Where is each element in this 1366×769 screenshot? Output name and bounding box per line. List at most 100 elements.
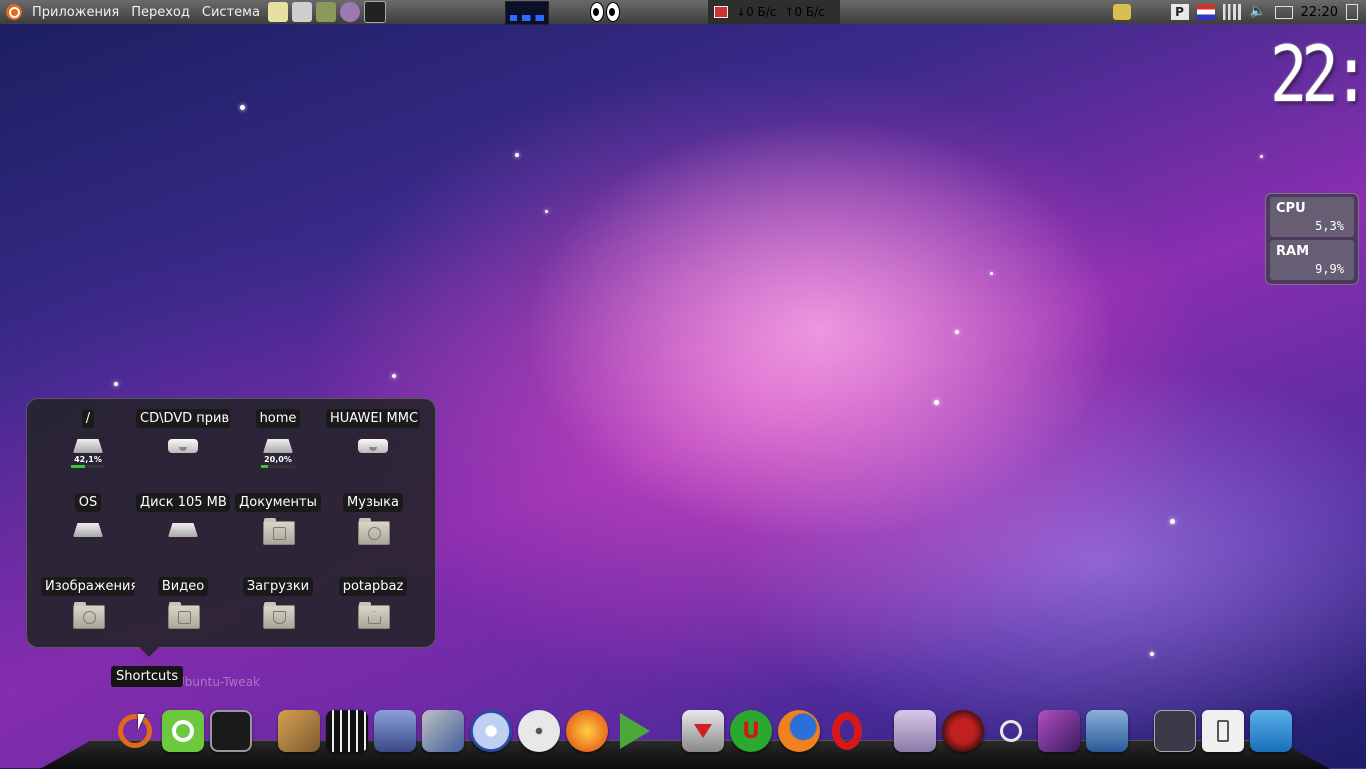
star — [1170, 519, 1175, 524]
removable-drive-icon — [358, 439, 388, 453]
media-player-icon[interactable] — [374, 710, 416, 752]
screenshot-icon[interactable] — [291, 2, 312, 22]
shortcut-root[interactable]: / 42,1% — [41, 403, 135, 483]
xeyes-applet — [590, 2, 620, 22]
mouse-cursor-icon — [138, 714, 145, 730]
star — [990, 272, 993, 275]
ram-row: RAM 9,9% — [1270, 240, 1354, 280]
workspace-switcher-icon[interactable] — [1038, 710, 1080, 752]
hard-drive-icon — [263, 439, 293, 453]
shortcut-label: CD\DVD привод — [136, 409, 230, 428]
shortcut-music[interactable]: Музыка — [326, 487, 420, 567]
trash-icon[interactable] — [1250, 710, 1292, 752]
ram-value: 9,9% — [1315, 262, 1344, 276]
shortcut-label: / — [81, 409, 95, 428]
desktop-clock-widget: 22:20 — [1270, 28, 1366, 120]
network-speed-applet[interactable]: ↓0 Б/с ↑0 Б/с — [708, 0, 840, 24]
menu-applications[interactable]: Приложения — [26, 5, 125, 20]
cpu-label: CPU — [1276, 201, 1306, 216]
videos-folder-icon — [168, 602, 200, 629]
parking-icon[interactable]: P — [1170, 4, 1189, 20]
cpu-value: 5,3% — [1315, 219, 1344, 233]
download-speed: ↓0 Б/с — [736, 5, 777, 19]
eye-icon — [606, 2, 620, 22]
shortcut-label: Загрузки — [242, 577, 314, 596]
shortcut-label: Диск 105 MB — [136, 493, 230, 512]
shortcut-label: home — [255, 409, 301, 428]
firefox-icon[interactable] — [778, 710, 820, 752]
menu-places[interactable]: Переход — [125, 5, 196, 20]
shortcut-videos[interactable]: Видео — [136, 571, 230, 651]
system-tray: P 🔈 22:20 — [1112, 0, 1366, 24]
chrome-style-icon[interactable] — [942, 710, 984, 752]
ubuntu-tweak-ghost-label: Ubuntu-Tweak — [176, 675, 260, 689]
webcam-icon[interactable] — [894, 710, 936, 752]
shortcut-cd-dvd[interactable]: CD\DVD привод — [136, 403, 230, 483]
update-notifier-icon[interactable] — [1112, 4, 1131, 20]
virtualbox-icon[interactable] — [1086, 710, 1128, 752]
signal-strength-icon[interactable] — [1222, 4, 1241, 20]
shortcut-documents[interactable]: Документы — [231, 487, 325, 567]
pictures-folder-icon — [73, 602, 105, 629]
disk-usage: 42,1% — [71, 455, 105, 468]
switch-icon[interactable] — [1202, 710, 1244, 752]
star — [934, 400, 939, 405]
hard-drive-icon — [73, 523, 103, 537]
optical-drive-icon — [168, 439, 198, 453]
shortcut-os[interactable]: OS — [41, 487, 135, 567]
star — [955, 330, 959, 334]
ubuntu-logo-icon[interactable] — [6, 4, 22, 20]
opera-icon[interactable] — [826, 710, 868, 752]
mail-icon[interactable] — [1274, 5, 1293, 19]
shortcut-home-folder[interactable]: potapbaz — [326, 571, 420, 651]
star — [240, 105, 245, 110]
volume-icon[interactable]: 🔈 — [1249, 4, 1267, 20]
system-monitor-graph[interactable] — [505, 1, 549, 25]
dock: U — [114, 698, 1292, 752]
terminal-dock-icon[interactable] — [210, 710, 252, 752]
menu-system[interactable]: Система — [196, 5, 266, 20]
shortcut-pictures[interactable]: Изображения — [41, 571, 135, 651]
shortcut-label: Видео — [157, 577, 209, 596]
video-editor-icon[interactable] — [326, 710, 368, 752]
shortcuts-tooltip: Shortcuts — [111, 666, 184, 687]
brasero-icon[interactable] — [566, 710, 608, 752]
shortcut-disk-105mb[interactable]: Диск 105 MB — [136, 487, 230, 567]
star — [545, 210, 548, 213]
cpu-ram-widget: CPU 5,3% RAM 9,9% — [1265, 193, 1359, 285]
ubuntu-tweak-icon[interactable] — [162, 710, 204, 752]
cpu-row: CPU 5,3% — [1270, 197, 1354, 237]
disc-burner-icon[interactable] — [470, 710, 512, 752]
music-folder-icon — [358, 518, 390, 545]
ram-label: RAM — [1276, 244, 1310, 259]
shortcut-huawei-mmc[interactable]: HUAWEI MMC — [326, 403, 420, 483]
disk-usage: 20,0% — [261, 455, 295, 468]
download-manager-icon[interactable] — [682, 710, 724, 752]
shortcut-downloads[interactable]: Загрузки — [231, 571, 325, 651]
text-editor-icon[interactable] — [267, 2, 288, 22]
app-launcher-icon[interactable] — [315, 2, 336, 22]
play-arrow-icon[interactable] — [614, 710, 656, 752]
shutdown-icon[interactable] — [1346, 4, 1358, 20]
terminal-icon[interactable] — [363, 1, 386, 23]
shortcut-label: potapbaz — [338, 577, 408, 596]
ubuntu-shortcuts-icon[interactable] — [114, 710, 156, 752]
utorrent-magnet-icon[interactable]: U — [730, 710, 772, 752]
star — [515, 153, 519, 157]
pidgin-icon[interactable] — [339, 2, 360, 22]
shortcut-label: HUAWEI MMC — [326, 409, 420, 428]
hard-drive-icon — [168, 523, 198, 537]
paint-palette-icon[interactable] — [278, 710, 320, 752]
film-reel-icon[interactable] — [422, 710, 464, 752]
show-desktop-icon[interactable] — [1154, 710, 1196, 752]
shortcut-home-drive[interactable]: home 20,0% — [231, 403, 325, 483]
shortcut-label: Документы — [235, 493, 321, 512]
shortcut-label: Изображения — [41, 577, 135, 596]
home-folder-icon — [358, 602, 390, 629]
shortcut-label: Музыка — [343, 493, 403, 512]
devede-icon[interactable] — [518, 710, 560, 752]
keyboard-layout-flag-icon[interactable] — [1196, 4, 1215, 20]
panel-clock[interactable]: 22:20 — [1301, 5, 1338, 20]
shortcut-label: OS — [74, 493, 102, 512]
search-tool-icon[interactable] — [990, 710, 1032, 752]
